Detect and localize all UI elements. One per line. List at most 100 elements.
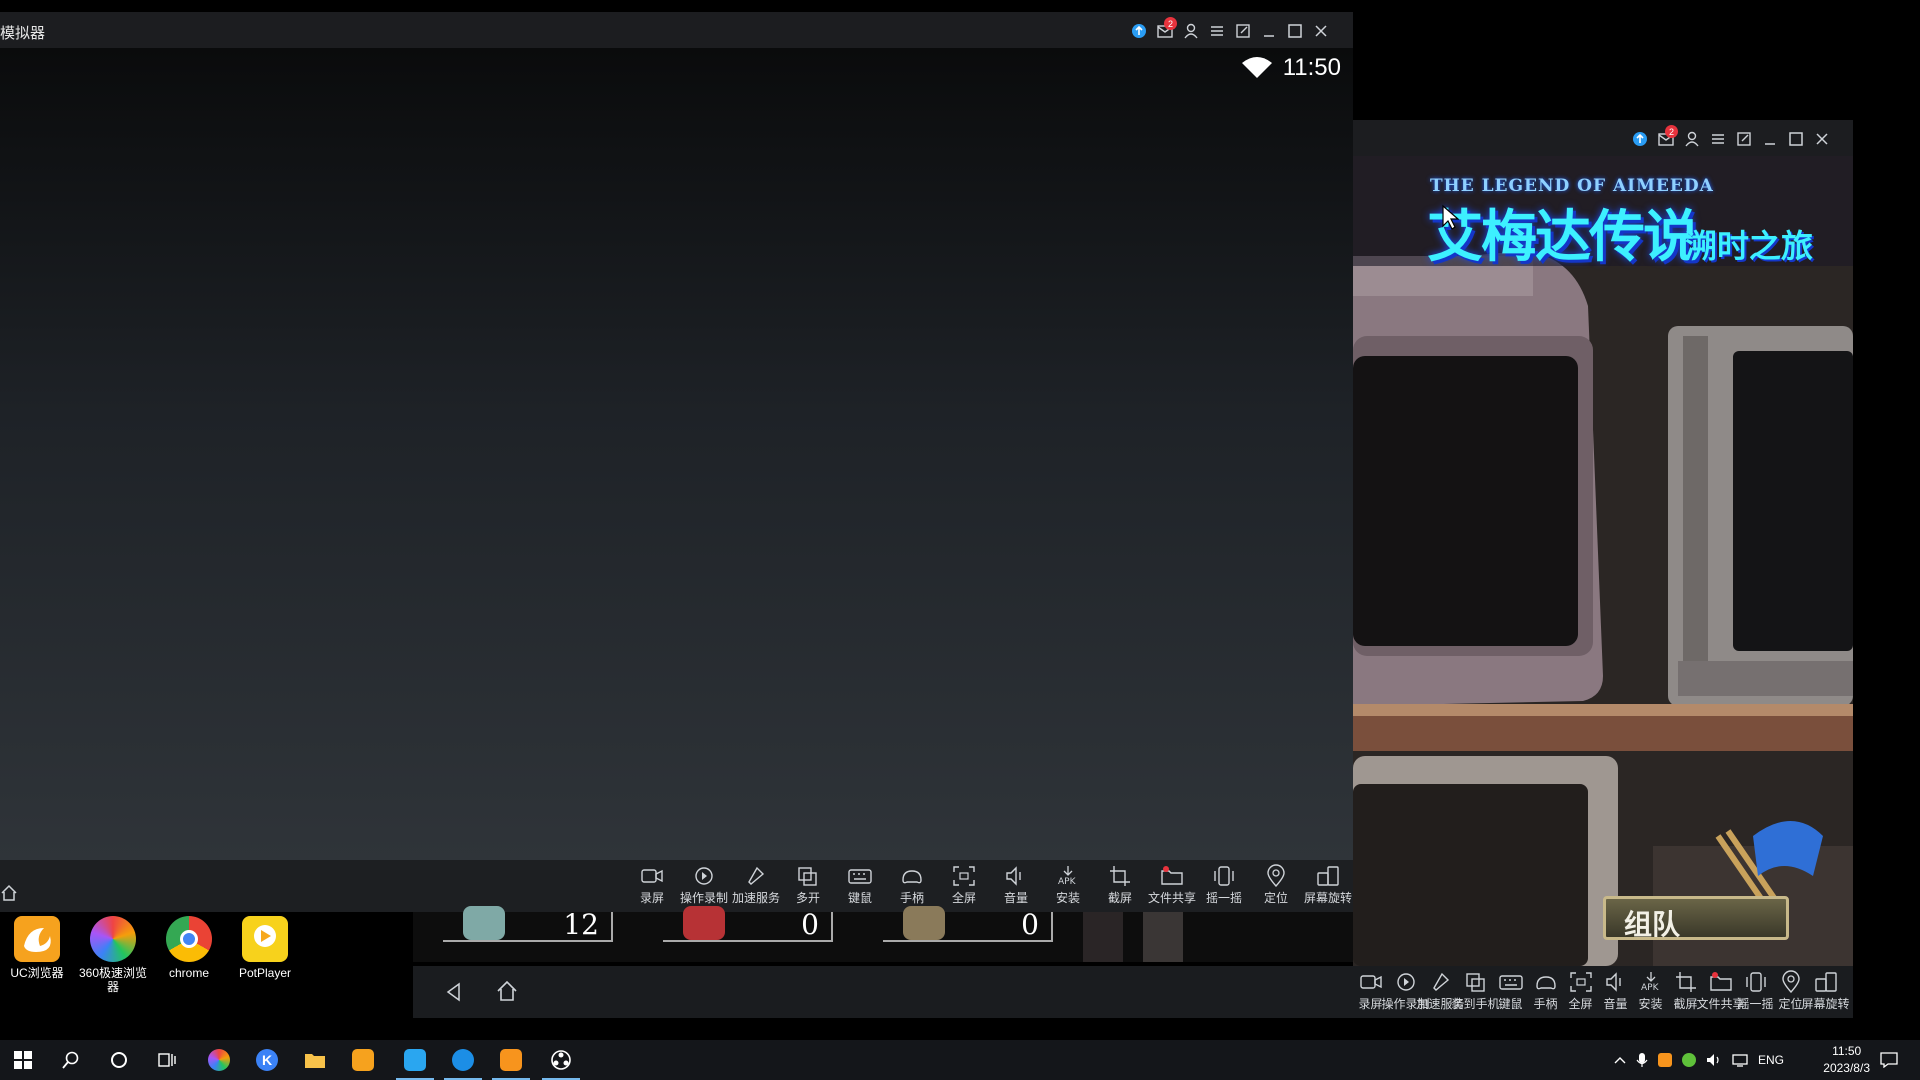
account-icon[interactable] [1178, 20, 1204, 42]
upgrade-icon[interactable] [1627, 128, 1653, 150]
home-icon[interactable] [0, 884, 18, 902]
obs-icon [551, 1050, 571, 1070]
toolbar-button-file-share[interactable]: 文件共享 [1697, 970, 1745, 1016]
toolbar-button-label: 手柄 [1533, 997, 1558, 1011]
volume-icon[interactable] [1706, 1053, 1722, 1067]
toolbar-button-label: 操作录制 [679, 891, 728, 905]
toolbar-button-fullscreen[interactable]: 全屏 [1563, 970, 1598, 1016]
toolbar-button-volume[interactable]: 音量 [1598, 970, 1633, 1016]
notification-center-button[interactable] [1866, 1040, 1912, 1080]
decor-block [1083, 912, 1123, 962]
toolbar-button-keyboard[interactable]: 键鼠 [1493, 970, 1528, 1016]
fullscreen-icon [953, 866, 975, 886]
task-view-icon [158, 1053, 176, 1067]
uc-browser-icon [14, 916, 60, 962]
taskbar-clock[interactable]: 11:50 2023/8/3 [1823, 1043, 1870, 1077]
toolbar-button-install-apk[interactable]: APK 安装 [1042, 864, 1094, 910]
account-icon[interactable] [1679, 128, 1705, 150]
toolbar-button-rotate-screen[interactable]: 屏幕旋转 [1802, 970, 1850, 1016]
team-button[interactable]: 组队 [1603, 896, 1789, 941]
network-icon[interactable] [1732, 1053, 1748, 1067]
toolbar-button-multi-instance[interactable]: 多开 [782, 864, 834, 910]
maximize-icon[interactable] [1282, 20, 1308, 42]
mini-mode-icon[interactable] [1731, 128, 1757, 150]
toolbar-button-gamepad[interactable]: 手柄 [1528, 970, 1563, 1016]
toolbar-button-record-screen[interactable]: 录屏 [626, 864, 678, 910]
taskbar-app-360[interactable] [196, 1040, 242, 1080]
task-view-button[interactable] [144, 1040, 190, 1080]
tray-app-icon[interactable] [1682, 1053, 1696, 1067]
status-time: 11:50 [1282, 54, 1341, 81]
mail-icon[interactable]: 2 [1653, 125, 1679, 150]
toolbar-button-label: 定位 [1778, 997, 1803, 1011]
folder-icon [305, 1054, 325, 1068]
title-bar[interactable]: 模拟器 2 [0, 12, 1353, 48]
toolbar-button-install-to-phone[interactable]: 装到手机 [1452, 970, 1500, 1016]
microphone-icon[interactable] [1636, 1052, 1648, 1068]
toolbar-button-location[interactable]: 定位 [1250, 864, 1302, 910]
decor-block [1143, 912, 1183, 962]
toolbar-button-boost[interactable]: 加速服务 [730, 864, 782, 910]
upgrade-icon[interactable] [1126, 20, 1152, 42]
toolbar-button-macro-record[interactable]: 操作录制 [678, 864, 730, 910]
taskbar-app-k[interactable]: K [244, 1040, 290, 1080]
taskbar-app-uc[interactable] [340, 1040, 386, 1080]
input-language[interactable]: ENG [1758, 1053, 1784, 1067]
taskbar-app-emulator-2[interactable] [440, 1040, 486, 1080]
macro-record-icon [1396, 973, 1415, 991]
toolbar-button-label: 安装 [1055, 891, 1080, 905]
mouse-cursor-icon [1442, 204, 1460, 230]
menu-icon[interactable] [1204, 20, 1230, 42]
android-screen[interactable]: 11:50 [0, 48, 1353, 860]
desktop-icon-potplayer[interactable]: PotPlayer [230, 916, 300, 980]
android-status-bar: 11:50 [1241, 54, 1341, 82]
toolbar-button-volume[interactable]: 音量 [990, 864, 1042, 910]
toolbar-button-fullscreen[interactable]: 全屏 [938, 864, 990, 910]
mini-mode-icon[interactable] [1230, 20, 1256, 42]
chrome-icon [166, 916, 212, 962]
menu-icon[interactable] [1705, 128, 1731, 150]
volume-icon [1006, 866, 1021, 886]
title-bar[interactable]: 2 [1353, 120, 1853, 156]
multi-instance-icon [798, 867, 817, 886]
scroll-icon [903, 906, 945, 940]
install-apk-icon: APK [1641, 972, 1659, 993]
toolbar-button-label: 截屏 [1107, 891, 1132, 905]
close-icon[interactable] [1809, 128, 1835, 150]
rotate-screen-icon [1317, 866, 1339, 886]
desktop-icon-label: chrome [168, 966, 209, 980]
game-screen[interactable]: THE LEGEND OF AIMEEDA 艾梅达传说 溯时之旅 组队 [1353, 156, 1853, 966]
mail-icon[interactable]: 2 [1152, 17, 1178, 42]
close-icon[interactable] [1308, 20, 1334, 42]
minimize-icon[interactable] [1757, 128, 1783, 150]
toolbar-button-shake[interactable]: 摇一摇 [1738, 970, 1774, 1016]
shake-icon [1214, 866, 1234, 886]
toolbar-button-file-share[interactable]: 文件共享 [1146, 864, 1198, 910]
search-button[interactable] [48, 1040, 94, 1080]
tray-app-icon[interactable] [1658, 1053, 1672, 1067]
location-icon [1267, 864, 1285, 888]
home-icon[interactable] [496, 980, 518, 1002]
taskbar-app-emulator-1[interactable] [392, 1040, 438, 1080]
chevron-up-icon[interactable] [1614, 1055, 1626, 1065]
taskbar-app-game[interactable] [488, 1040, 534, 1080]
maximize-icon[interactable] [1783, 128, 1809, 150]
minimize-icon[interactable] [1256, 20, 1282, 42]
toolbar-button-screenshot[interactable]: 截屏 [1094, 864, 1146, 910]
start-button[interactable] [0, 1040, 46, 1080]
record-screen-icon [1359, 975, 1382, 989]
360-browser-icon [208, 1049, 230, 1071]
back-icon[interactable] [445, 982, 463, 1002]
toolbar-button-shake[interactable]: 摇一摇 [1198, 864, 1250, 910]
toolbar-button-install-apk[interactable]: APK 安装 [1633, 970, 1668, 1016]
taskbar-file-explorer[interactable] [292, 1040, 338, 1080]
desktop-icon-uc-browser[interactable]: UC浏览器 [2, 916, 72, 980]
toolbar-button-gamepad[interactable]: 手柄 [886, 864, 938, 910]
toolbar-button-rotate-screen[interactable]: 屏幕旋转 [1302, 864, 1354, 910]
desktop-icon-360-browser[interactable]: 360极速浏览器 [78, 916, 148, 994]
toolbar-button-keyboard[interactable]: 键鼠 [834, 864, 886, 910]
desktop-icon-chrome[interactable]: chrome [154, 916, 224, 980]
taskbar-app-obs[interactable] [538, 1040, 584, 1080]
resource-counter: 0 [663, 906, 833, 942]
cortana-button[interactable] [96, 1040, 142, 1080]
